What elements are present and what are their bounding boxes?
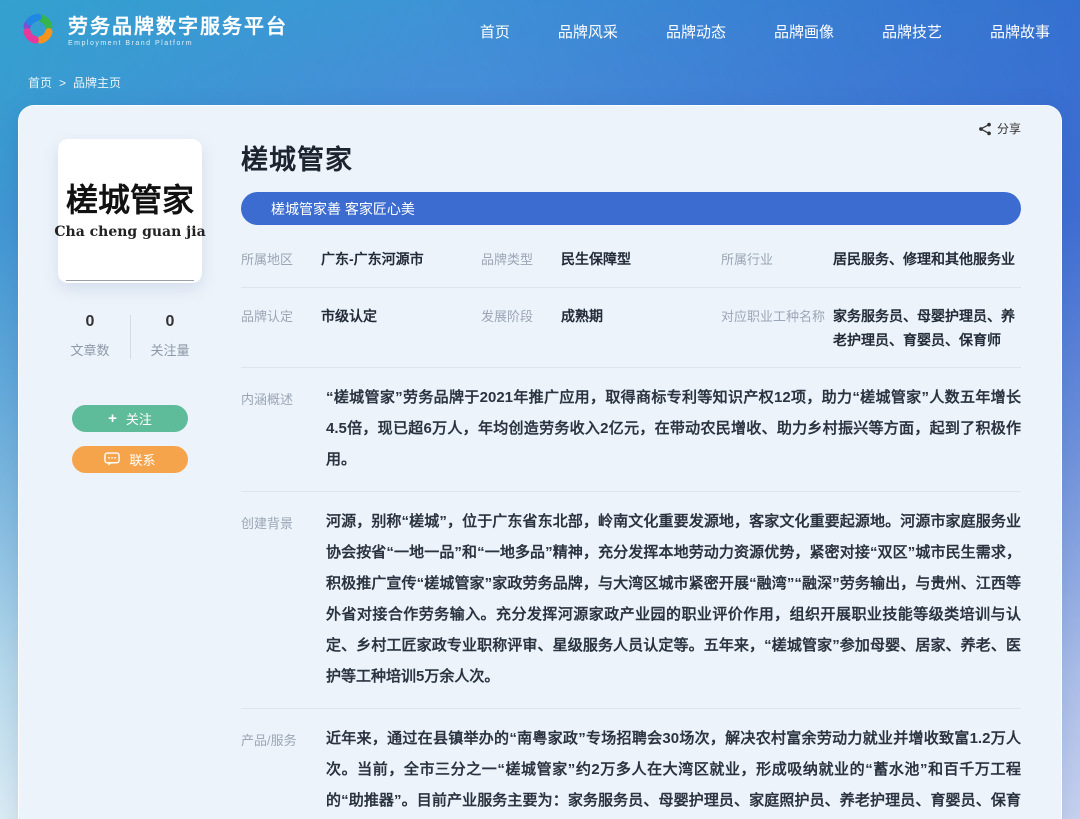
info-type-value: 民生保障型	[561, 248, 721, 272]
info-type-label: 品牌类型	[481, 248, 561, 268]
nav-item-brand-portrait[interactable]: 品牌画像	[774, 21, 834, 42]
stats-divider	[130, 315, 131, 359]
platform-subtitle: Employment Brand Platform	[68, 40, 288, 47]
section-background-label: 创建背景	[241, 506, 326, 692]
nav-item-brand-skill[interactable]: 品牌技艺	[882, 21, 942, 42]
section-background-text: 河源，别称“槎城”，位于广东省东北部，岭南文化重要发源地，客家文化重要起源地。河…	[326, 506, 1021, 692]
stat-articles: 0 文章数	[50, 313, 130, 359]
nav-item-brand-style[interactable]: 品牌风采	[558, 21, 618, 42]
info-industry-value: 居民服务、修理和其他服务业	[833, 248, 1021, 272]
info-region-label: 所属地区	[241, 248, 321, 268]
share-label: 分享	[997, 120, 1021, 137]
brand-info-row-2: 品牌认定 市级认定 发展阶段 成熟期 对应职业工种名称 家务服务员、母婴护理员、…	[241, 288, 1021, 369]
top-navigation-bar: 劳务品牌数字服务平台 Employment Brand Platform 首页 …	[0, 0, 1080, 62]
share-button[interactable]: 分享	[978, 120, 1021, 137]
brand-slogan-text: 槎城管家善 客家匠心美	[271, 199, 415, 219]
nav-item-brand-story[interactable]: 品牌故事	[990, 21, 1050, 42]
section-connotation-label: 内涵概述	[241, 382, 326, 475]
info-region-value: 广东-广东河源市	[321, 248, 481, 272]
platform-logo-icon	[18, 9, 58, 54]
section-background: 创建背景 河源，别称“槎城”，位于广东省东北部，岭南文化重要发源地，客家文化重要…	[241, 492, 1021, 709]
stat-articles-label: 文章数	[50, 340, 130, 359]
stat-followers-value: 0	[130, 313, 210, 331]
breadcrumb-home[interactable]: 首页	[28, 74, 52, 91]
brand-profile-card: 槎城管家 Cha cheng guan jia 0 文章数 0 关注量 + 关注	[18, 105, 1062, 819]
contact-button-label: 联系	[129, 450, 155, 469]
brand-main-content: 分享 槎城管家 槎城管家善 客家匠心美 所属地区 广东-广东河源市 品牌类型 民…	[241, 106, 1061, 819]
info-occupation-value: 家务服务员、母婴护理员、养老护理员、育婴员、保育师	[833, 305, 1021, 353]
brand-slogan-banner: 槎城管家善 客家匠心美	[241, 192, 1021, 225]
platform-title: 劳务品牌数字服务平台	[68, 16, 288, 38]
brand-logo-cn-text: 槎城管家	[66, 175, 194, 221]
brand-logo-divider	[66, 280, 194, 281]
info-certification-value: 市级认定	[321, 305, 481, 329]
brand-logo-en-text: Cha cheng guan jia	[54, 224, 205, 240]
info-occupation-label: 对应职业工种名称	[721, 305, 833, 325]
section-products-label: 产品/服务	[241, 723, 326, 819]
platform-logo[interactable]: 劳务品牌数字服务平台 Employment Brand Platform	[18, 9, 288, 54]
plus-icon: +	[108, 411, 117, 426]
breadcrumb-separator: >	[59, 76, 66, 90]
chat-bubble-icon	[104, 452, 120, 467]
brand-sidebar: 槎城管家 Cha cheng guan jia 0 文章数 0 关注量 + 关注	[19, 106, 241, 819]
breadcrumb: 首页 > 品牌主页	[0, 62, 1080, 91]
section-connotation-text: “槎城管家”劳务品牌于2021年推广应用，取得商标专利等知识产权12项，助力“槎…	[326, 382, 1021, 475]
info-stage-label: 发展阶段	[481, 305, 561, 325]
nav-item-brand-news[interactable]: 品牌动态	[666, 21, 726, 42]
info-industry-label: 所属行业	[721, 248, 833, 268]
follow-button-label: 关注	[126, 409, 152, 428]
info-stage-value: 成熟期	[561, 305, 721, 329]
contact-button[interactable]: 联系	[72, 446, 188, 473]
stat-followers: 0 关注量	[130, 313, 210, 359]
stat-followers-label: 关注量	[130, 340, 210, 359]
share-icon	[978, 122, 992, 136]
follow-button[interactable]: + 关注	[72, 405, 188, 432]
main-nav: 首页 品牌风采 品牌动态 品牌画像 品牌技艺 品牌故事	[480, 21, 1050, 42]
brand-info-row-1: 所属地区 广东-广东河源市 品牌类型 民生保障型 所属行业 居民服务、修理和其他…	[241, 231, 1021, 288]
nav-item-home[interactable]: 首页	[480, 21, 510, 42]
section-products: 产品/服务 近年来，通过在县镇举办的“南粤家政”专场招聘会30场次，解决农村富余…	[241, 709, 1021, 819]
brand-stats: 0 文章数 0 关注量	[50, 313, 210, 359]
section-products-text: 近年来，通过在县镇举办的“南粤家政”专场招聘会30场次，解决农村富余劳动力就业并…	[326, 723, 1021, 819]
brand-logo-image: 槎城管家 Cha cheng guan jia	[58, 139, 202, 283]
info-certification-label: 品牌认定	[241, 305, 321, 325]
section-connotation: 内涵概述 “槎城管家”劳务品牌于2021年推广应用，取得商标专利等知识产权12项…	[241, 368, 1021, 492]
breadcrumb-current[interactable]: 品牌主页	[73, 74, 121, 91]
brand-title: 槎城管家	[241, 138, 1021, 177]
stat-articles-value: 0	[50, 313, 130, 331]
